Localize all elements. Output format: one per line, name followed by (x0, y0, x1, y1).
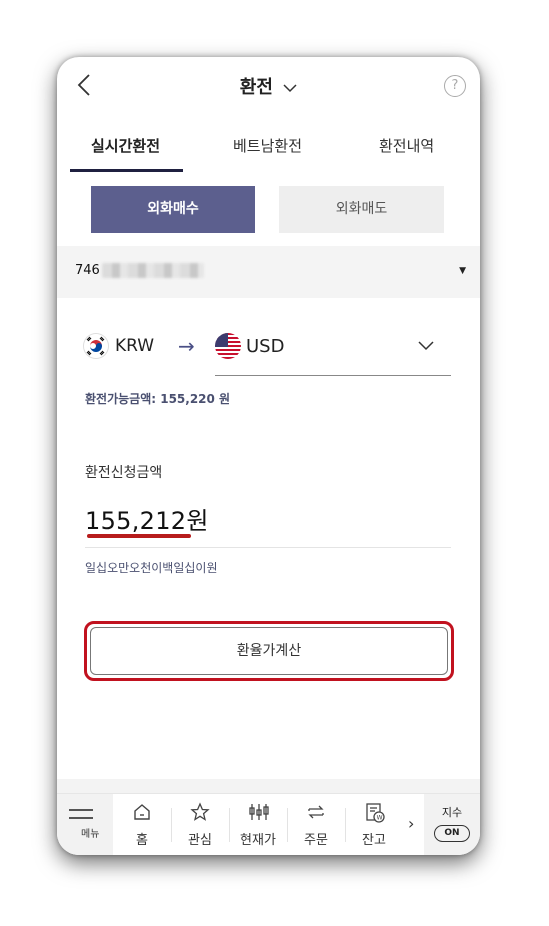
us-flag-icon (215, 333, 241, 359)
account-number-masked (102, 263, 204, 278)
request-amount-label: 환전신청금액 (85, 465, 163, 481)
amount-in-words: 일십오만오천이백일십이원 (85, 561, 218, 575)
available-amount: 환전가능금액: 155,220 원 (85, 392, 231, 406)
sell-foreign-currency-button[interactable]: 외화매도 (279, 186, 444, 233)
app-screen: 환전 ? 실시간환전 베트남환전 환전내역 외화매수 외화매도 746 ▼ KR… (57, 57, 480, 855)
request-amount-input[interactable]: 155,212원 (85, 501, 209, 536)
tab-vietnam-exchange[interactable]: 베트남환전 (233, 135, 302, 156)
candlestick-icon (249, 804, 269, 820)
nav-label-home: 홈 (136, 833, 148, 848)
exchange-rate-estimate-button[interactable]: 환율가계산 (84, 621, 454, 681)
bottom-navigation: 메뉴 홈 관심 현재가 주문 W 잔고 › 지수 ON (57, 793, 480, 855)
menu-label: 메뉴 (81, 829, 100, 840)
nav-item-order[interactable]: 주문 (287, 794, 345, 855)
svg-text:W: W (377, 815, 383, 822)
nav-item-watchlist[interactable]: 관심 (171, 794, 229, 855)
exchange-rate-estimate-label: 환율가계산 (90, 627, 448, 675)
nav-label-current-price: 현재가 (240, 833, 276, 848)
index-label: 지수 (441, 806, 463, 819)
currency-pair-row: KRW → USD (57, 327, 480, 377)
buy-foreign-currency-button[interactable]: 외화매수 (91, 186, 255, 233)
korea-flag-icon (84, 334, 108, 358)
account-number: 746 (75, 263, 100, 278)
help-icon[interactable]: ? (444, 75, 466, 97)
nav-item-current-price[interactable]: 현재가 (229, 794, 287, 855)
dropdown-caret-icon: ▼ (459, 266, 466, 276)
page-title-label: 환전 (239, 77, 273, 98)
nav-label-watchlist: 관심 (188, 833, 212, 848)
tab-exchange-history[interactable]: 환전내역 (379, 135, 434, 156)
balance-doc-icon: W (366, 803, 385, 823)
active-tab-indicator (70, 169, 183, 172)
nav-label-balance: 잔고 (362, 833, 386, 848)
nav-item-home[interactable]: 홈 (113, 794, 171, 855)
source-currency: KRW (115, 336, 155, 356)
target-currency[interactable]: USD (246, 336, 284, 357)
page-title[interactable]: 환전 (57, 73, 480, 99)
swap-arrows-icon (308, 805, 324, 819)
tab-bar: 실시간환전 베트남환전 환전내역 (57, 127, 480, 175)
nav-item-balance[interactable]: W 잔고 (345, 794, 403, 855)
star-icon (190, 802, 210, 821)
hamburger-icon (69, 809, 93, 825)
currency-dropdown-chevron-icon[interactable] (417, 339, 435, 351)
chevron-right-icon[interactable]: › (408, 814, 414, 833)
tab-realtime-exchange[interactable]: 실시간환전 (91, 135, 160, 156)
home-icon (134, 804, 150, 820)
menu-button[interactable]: 메뉴 (57, 794, 113, 855)
nav-label-order: 주문 (304, 833, 328, 848)
amount-highlight-mark (87, 534, 191, 538)
currency-select-underline (215, 375, 451, 376)
account-selector[interactable]: 746 ▼ (57, 246, 480, 298)
header-bar: 환전 ? (57, 57, 480, 115)
index-toggle-panel: 지수 ON (424, 794, 480, 855)
chevron-down-icon (283, 84, 297, 93)
arrow-right-icon: → (178, 334, 195, 358)
content-divider (57, 779, 480, 793)
index-on-toggle[interactable]: ON (434, 825, 470, 842)
amount-underline (85, 547, 451, 548)
